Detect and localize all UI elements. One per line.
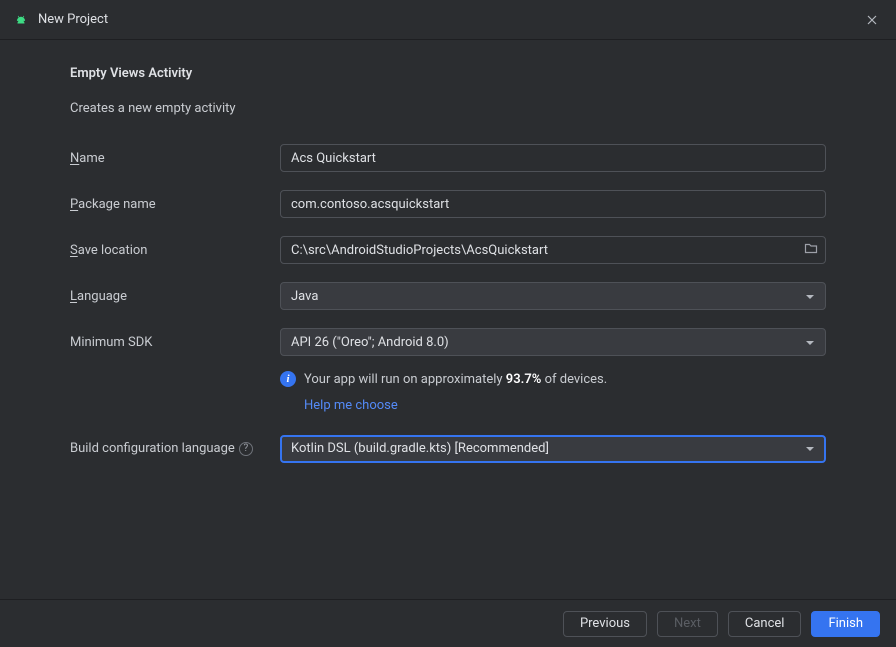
chevron-down-icon bbox=[805, 289, 815, 304]
help-me-choose-link[interactable]: Help me choose bbox=[304, 398, 398, 413]
language-select[interactable]: Java bbox=[280, 282, 826, 310]
label-min-sdk: Minimum SDK bbox=[70, 335, 280, 350]
close-icon[interactable] bbox=[862, 10, 882, 30]
page-heading: Empty Views Activity bbox=[70, 66, 826, 81]
label-package: Package name bbox=[70, 197, 280, 212]
label-name: Name bbox=[70, 151, 280, 166]
name-input[interactable]: Acs Quickstart bbox=[280, 144, 826, 172]
window-title: New Project bbox=[38, 12, 862, 27]
titlebar: New Project bbox=[0, 0, 896, 40]
package-input[interactable]: com.contoso.acsquickstart bbox=[280, 190, 826, 218]
row-package: Package name com.contoso.acsquickstart bbox=[70, 190, 826, 218]
previous-button[interactable]: Previous bbox=[563, 611, 647, 637]
sdk-info-text: Your app will run on approximately 93.7%… bbox=[304, 370, 607, 390]
dialog-footer: Previous Next Cancel Finish bbox=[0, 599, 896, 647]
dialog-content: Empty Views Activity Creates a new empty… bbox=[0, 40, 896, 501]
row-save-location: Save location C:\src\AndroidStudioProjec… bbox=[70, 236, 826, 264]
sdk-info-row: i Your app will run on approximately 93.… bbox=[280, 370, 826, 390]
save-location-input[interactable]: C:\src\AndroidStudioProjects\AcsQuicksta… bbox=[280, 236, 826, 264]
info-icon: i bbox=[280, 371, 296, 387]
cancel-button[interactable]: Cancel bbox=[728, 611, 802, 637]
min-sdk-select[interactable]: API 26 ("Oreo"; Android 8.0) bbox=[280, 328, 826, 356]
row-name: Name Acs Quickstart bbox=[70, 144, 826, 172]
android-studio-logo-icon bbox=[14, 13, 28, 27]
label-build-config: Build configuration language ? bbox=[70, 441, 280, 456]
next-button: Next bbox=[657, 611, 718, 637]
row-language: Language Java bbox=[70, 282, 826, 310]
row-min-sdk: Minimum SDK API 26 ("Oreo"; Android 8.0) bbox=[70, 328, 826, 356]
page-subheading: Creates a new empty activity bbox=[70, 101, 826, 116]
chevron-down-icon bbox=[805, 335, 815, 350]
label-save-location: Save location bbox=[70, 243, 280, 258]
finish-button[interactable]: Finish bbox=[811, 611, 880, 637]
build-config-select[interactable]: Kotlin DSL (build.gradle.kts) [Recommend… bbox=[280, 435, 826, 463]
folder-browse-icon[interactable] bbox=[804, 242, 818, 258]
label-language: Language bbox=[70, 289, 280, 304]
help-icon[interactable]: ? bbox=[239, 442, 253, 456]
row-build-config: Build configuration language ? Kotlin DS… bbox=[70, 435, 826, 463]
chevron-down-icon bbox=[805, 441, 815, 456]
